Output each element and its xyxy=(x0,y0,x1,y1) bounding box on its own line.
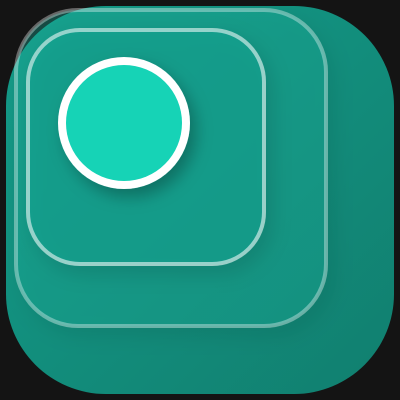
center-dot xyxy=(66,65,182,181)
record-dot-icon xyxy=(58,57,190,189)
app-icon[interactable] xyxy=(0,0,400,400)
app-icon-canvas xyxy=(0,0,400,400)
